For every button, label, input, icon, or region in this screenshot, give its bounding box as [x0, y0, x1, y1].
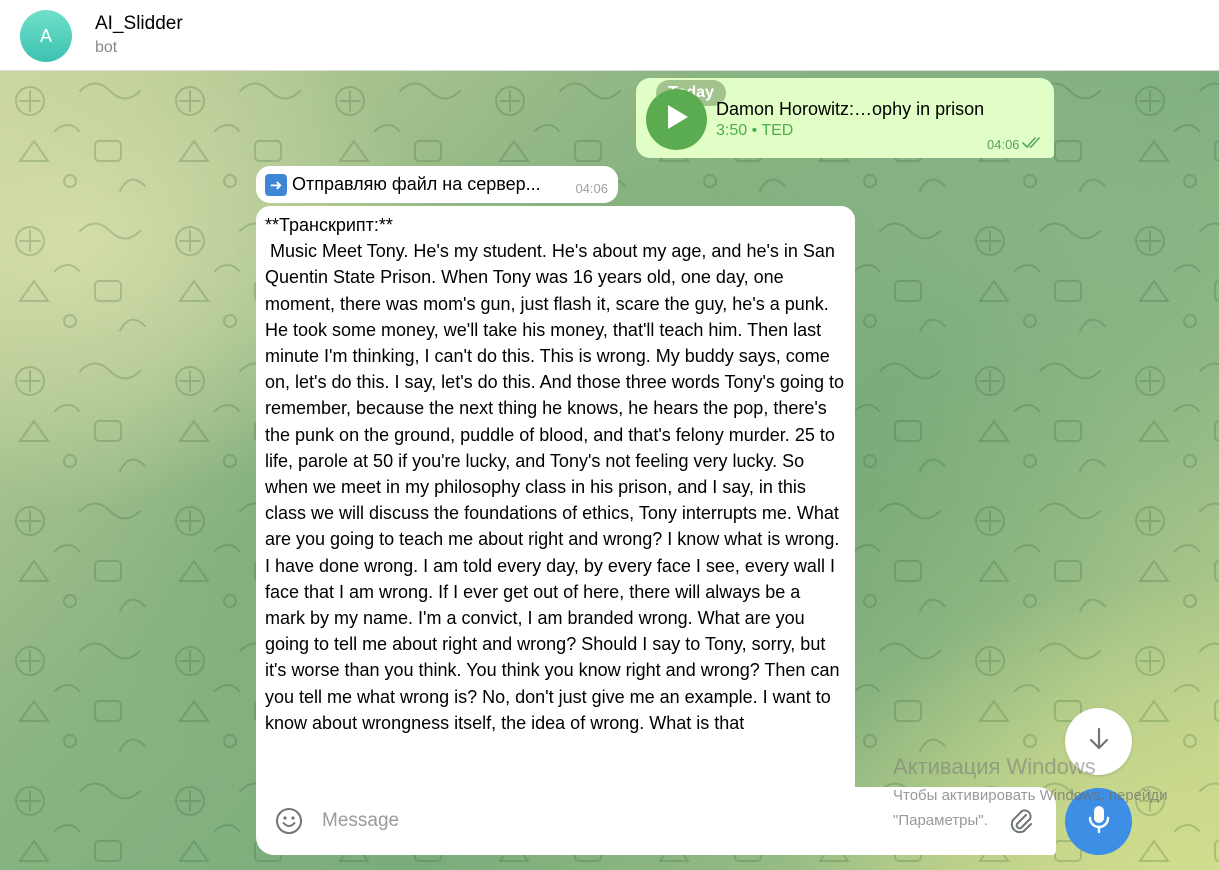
paperclip-icon[interactable] — [1006, 806, 1036, 836]
incoming-transcript-message[interactable]: **Транскрипт:** Music Meet Tony. He's my… — [256, 206, 855, 806]
windows-activation-text-2: "Параметры". — [893, 812, 988, 829]
transcript-text: **Транскрипт:** Music Meet Tony. He's my… — [265, 215, 844, 733]
chat-subtitle: bot — [95, 39, 118, 56]
windows-activation-title: Активация Windows — [893, 754, 1096, 779]
microphone-icon — [1087, 804, 1111, 839]
play-button[interactable] — [646, 89, 707, 150]
smile-icon[interactable] — [275, 807, 303, 835]
avatar[interactable]: A — [20, 10, 72, 62]
arrow-down-icon — [1086, 726, 1112, 757]
incoming-status-message[interactable]: ➜ Отправляю файл на сервер... 04:06 — [256, 166, 618, 203]
double-check-icon — [1021, 137, 1044, 152]
message-input[interactable] — [322, 805, 922, 837]
media-subtitle: 3:50 • TED — [716, 122, 794, 139]
windows-activation-text: Чтобы активировать Windows, перейди — [893, 787, 1168, 804]
media-title[interactable]: Damon Horowitz:…ophy in prison — [716, 99, 984, 120]
status-text: Отправляю файл на сервер... — [292, 174, 541, 194]
message-time: 04:06 — [575, 181, 608, 196]
arrow-right-emoji-icon: ➜ — [265, 173, 287, 196]
message-time-text: 04:06 — [987, 137, 1020, 152]
play-icon — [664, 103, 690, 136]
chat-title[interactable]: AI_Slidder — [95, 13, 183, 35]
message-time: 04:06 — [987, 137, 1044, 152]
chat-header: A AI_Slidder bot — [0, 0, 1219, 71]
